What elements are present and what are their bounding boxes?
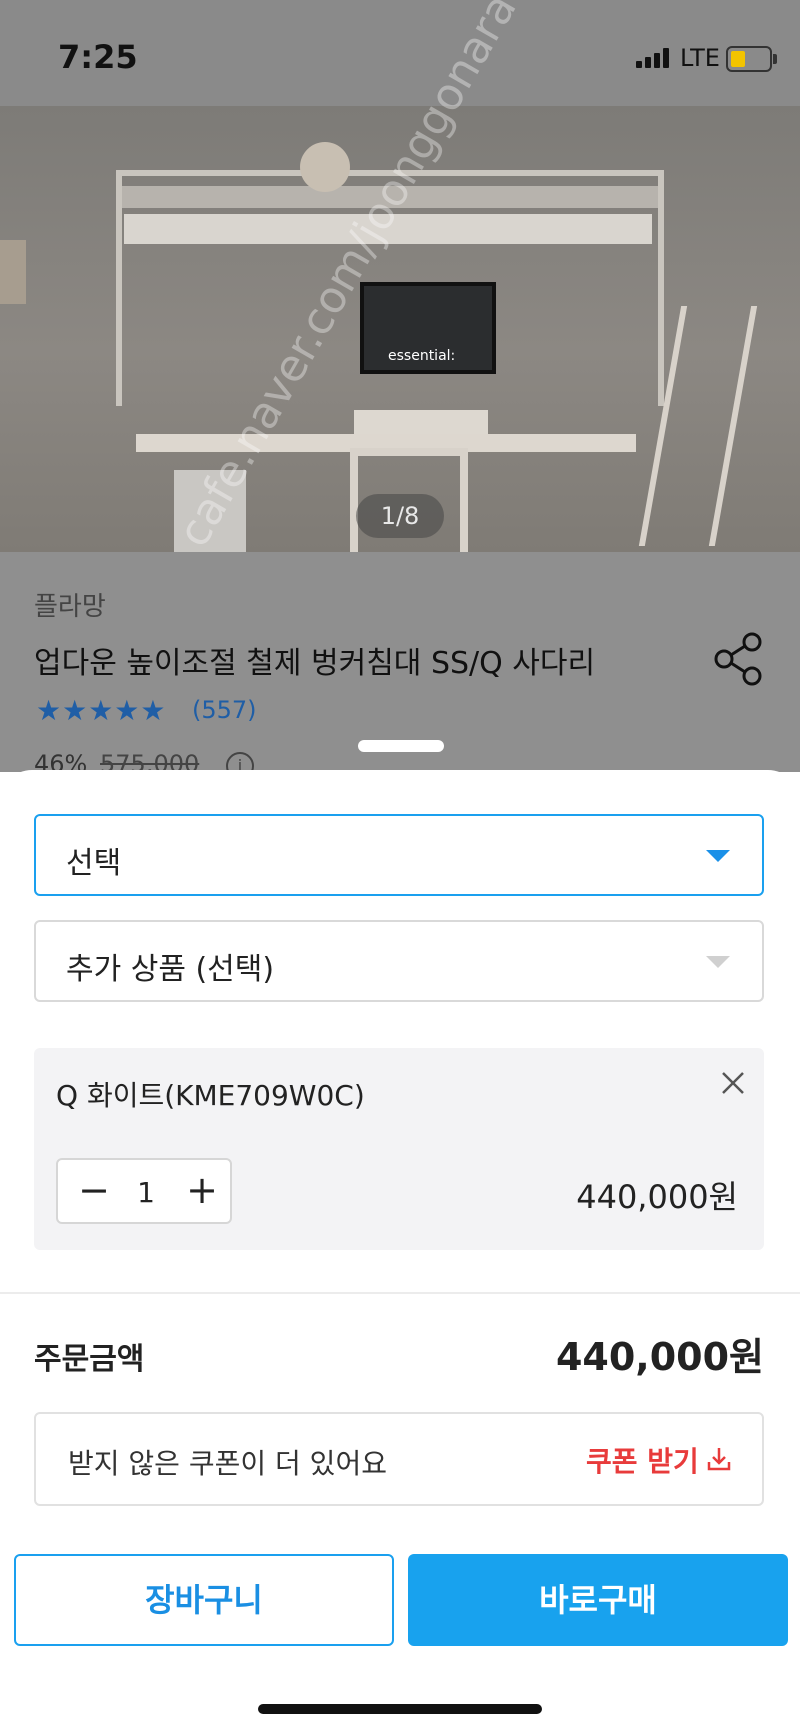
- buy-now-button[interactable]: 바로구매: [408, 1554, 788, 1646]
- review-count[interactable]: (557): [192, 696, 257, 724]
- wall-frame: [0, 240, 26, 304]
- coupon-message: 받지 않은 쿠폰이 더 있어요: [68, 1447, 387, 1480]
- selected-item-price: 440,000원: [576, 1178, 738, 1216]
- quantity-value[interactable]: 1: [124, 1176, 168, 1209]
- decrease-quantity-button[interactable]: −: [70, 1162, 118, 1220]
- signal-icon: [636, 48, 669, 68]
- option-select-label: 선택: [66, 846, 122, 881]
- brand-name[interactable]: 플라망: [34, 586, 106, 623]
- home-indicator[interactable]: [258, 1704, 542, 1714]
- teddy-bear: [300, 142, 350, 192]
- monitor-text: essential:: [388, 348, 456, 364]
- battery-icon: [726, 46, 777, 72]
- sheet-handle[interactable]: [358, 740, 444, 752]
- add-to-cart-button[interactable]: 장바구니: [14, 1554, 394, 1646]
- chevron-down-icon: [706, 956, 730, 968]
- divider: [0, 1292, 800, 1294]
- order-total-label: 주문금액: [34, 1342, 145, 1377]
- addon-select[interactable]: 추가 상품 (선택): [34, 920, 764, 1002]
- selected-item-name: Q 화이트(KME709W0C): [56, 1079, 365, 1112]
- product-title: 업다운 높이조절 철제 벙커침대 SS/Q 사다리: [34, 646, 596, 681]
- close-icon[interactable]: [716, 1066, 750, 1100]
- share-icon[interactable]: [714, 632, 764, 686]
- chevron-down-icon: [706, 850, 730, 862]
- download-icon[interactable]: [706, 1446, 732, 1472]
- addon-select-label: 추가 상품 (선택): [66, 952, 275, 987]
- network-label: LTE: [680, 44, 720, 72]
- image-counter: 1/8: [356, 494, 444, 538]
- option-select[interactable]: 선택: [34, 814, 764, 896]
- order-total-value: 440,000원: [555, 1335, 764, 1379]
- status-time: 7:25: [58, 38, 138, 76]
- rating-stars: ★★★★★: [36, 694, 167, 727]
- increase-quantity-button[interactable]: +: [178, 1162, 226, 1220]
